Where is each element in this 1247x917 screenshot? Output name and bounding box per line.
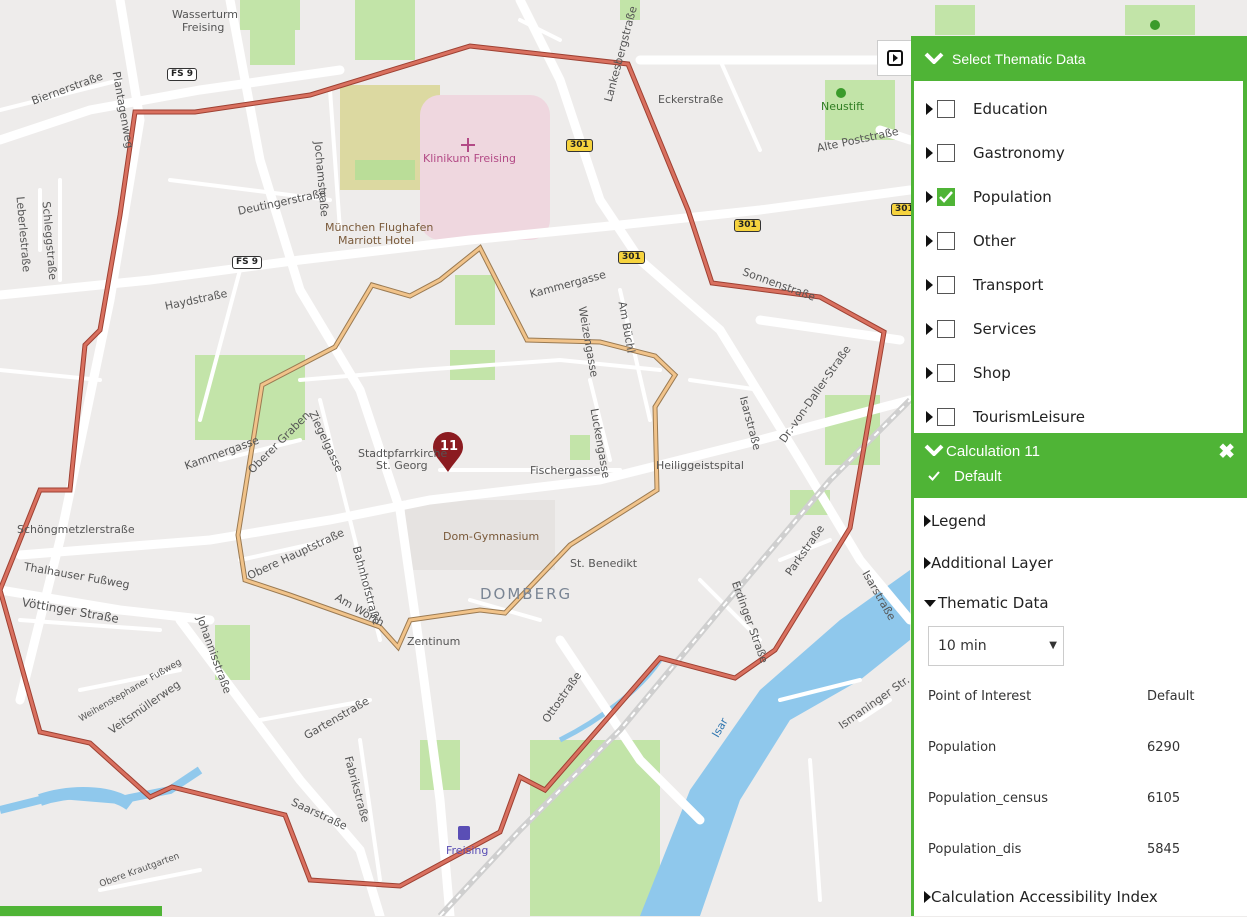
side-panel: Select Thematic Data Education Gastronom…: [911, 36, 1247, 916]
calculation-subtitle: Default: [954, 468, 1002, 485]
caret-right-icon[interactable]: [926, 147, 933, 159]
thematic-label: TourismLeisure: [973, 408, 1085, 426]
bottom-toolbar-strip[interactable]: [0, 906, 162, 916]
close-icon[interactable]: ✖: [1218, 439, 1235, 464]
thematic-list: Education Gastronomy Population Other Tr…: [914, 81, 1247, 433]
checkbox[interactable]: [937, 188, 955, 206]
thematic-item-gastronomy[interactable]: Gastronomy: [926, 131, 1231, 175]
map-label: St. Benedikt: [570, 557, 638, 570]
map-label: Marriott Hotel: [338, 234, 415, 247]
time-select-value: 10 min: [938, 638, 987, 654]
cell-value: 6105: [1147, 791, 1181, 806]
thematic-item-transport[interactable]: Transport: [926, 263, 1231, 307]
panel-toggle-button[interactable]: [877, 40, 913, 76]
map-label: Klinikum Freising: [423, 152, 516, 165]
play-icon: [887, 50, 903, 66]
section-label: Calculation Accessibility Index: [931, 888, 1158, 906]
caret-down-icon: [924, 599, 936, 607]
thematic-header[interactable]: Select Thematic Data: [914, 36, 1247, 81]
thematic-label: Transport: [973, 276, 1044, 294]
checkbox[interactable]: [937, 100, 955, 118]
map-label: Eckerstraße: [658, 93, 724, 106]
map-label: Freising: [182, 21, 225, 34]
section-label: Thematic Data: [938, 594, 1049, 612]
cell-name: Population_dis: [928, 842, 1022, 857]
chevron-down-icon: [924, 443, 944, 460]
map-label: Dom-Gymnasium: [443, 530, 540, 543]
caret-right-icon[interactable]: [926, 367, 933, 379]
route-badge: 301: [734, 219, 761, 232]
thematic-label: Services: [973, 320, 1037, 338]
map-label: Schöngmetzlerstraße: [17, 523, 135, 536]
thematic-item-other[interactable]: Other: [926, 219, 1231, 263]
calculation-header[interactable]: Calculation 11 Default ✖: [914, 433, 1247, 498]
cell-value: 6290: [1147, 740, 1181, 755]
section-additional-layer[interactable]: Additional Layer: [914, 542, 1247, 584]
thematic-label: Gastronomy: [973, 144, 1065, 162]
thematic-label: Shop: [973, 364, 1011, 382]
caret-right-icon[interactable]: [926, 411, 933, 423]
map-label: Wasserturm: [172, 8, 238, 21]
section-thematic-data[interactable]: Thematic Data: [914, 584, 1247, 622]
map-label: Heiliggeistspital: [656, 459, 744, 472]
map-label: St. Georg: [376, 459, 428, 472]
checkbox[interactable]: [937, 364, 955, 382]
map-label: DOMBERG: [480, 585, 573, 603]
map-label: Zentinum: [407, 635, 461, 648]
caret-right-icon: [924, 557, 931, 569]
thematic-item-population[interactable]: Population: [926, 175, 1231, 219]
section-label: Additional Layer: [931, 554, 1053, 572]
caret-right-icon: [924, 515, 931, 527]
cell-value: 5845: [1147, 842, 1181, 857]
thematic-label: Other: [973, 232, 1016, 250]
checkbox[interactable]: [937, 320, 955, 338]
map-label: Neustift: [821, 100, 865, 113]
map-label: Fischergasse: [530, 464, 601, 477]
column-header: Point of Interest: [928, 689, 1032, 704]
cell-name: Population_census: [928, 791, 1048, 806]
caret-right-icon[interactable]: [926, 235, 933, 247]
time-select[interactable]: 10 min ▼: [928, 626, 1064, 666]
caret-right-icon[interactable]: [926, 279, 933, 291]
map-label: München Flughafen: [325, 221, 434, 234]
caret-right-icon[interactable]: [926, 323, 933, 335]
route-badge: 301: [618, 251, 645, 264]
column-header: Default: [1147, 689, 1195, 704]
route-badge: FS 9: [232, 256, 263, 269]
thematic-label: Population: [973, 188, 1052, 206]
caret-right-icon[interactable]: [926, 191, 933, 203]
checkbox[interactable]: [937, 144, 955, 162]
thematic-item-education[interactable]: Education: [926, 87, 1231, 131]
thematic-item-shop[interactable]: Shop: [926, 351, 1231, 395]
chevron-down-icon: [924, 51, 944, 67]
calculation-title: Calculation 11: [946, 443, 1040, 460]
route-badge: FS 9: [167, 68, 198, 81]
section-accessibility-index[interactable]: Calculation Accessibility Index: [914, 877, 1158, 917]
caret-right-icon: [924, 891, 931, 903]
map-label: Freising: [446, 844, 489, 857]
section-label: Legend: [931, 512, 987, 530]
checkbox[interactable]: [937, 408, 955, 426]
checkbox[interactable]: [937, 276, 955, 294]
check-icon: [928, 468, 940, 485]
checkbox[interactable]: [937, 232, 955, 250]
check-icon: [939, 191, 953, 203]
thematic-item-services[interactable]: Services: [926, 307, 1231, 351]
thematic-label: Education: [973, 100, 1048, 118]
cell-name: Population: [928, 740, 997, 755]
route-badge: 301: [566, 139, 593, 152]
thematic-header-title: Select Thematic Data: [952, 50, 1086, 67]
dropdown-arrow-icon: ▼: [1049, 640, 1057, 651]
caret-right-icon[interactable]: [926, 103, 933, 115]
section-legend[interactable]: Legend: [914, 500, 1247, 542]
